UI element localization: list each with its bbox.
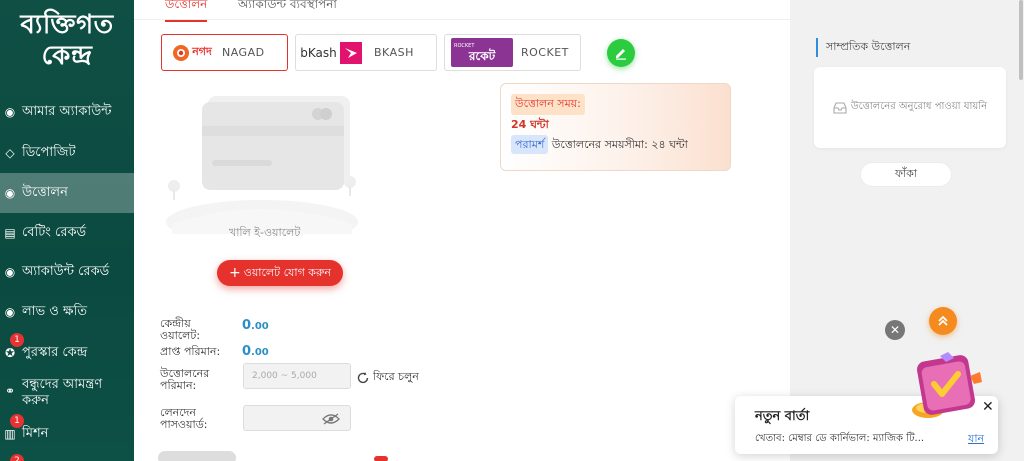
sidebar-item-account-record[interactable]: ◉ অ্যাকাউন্ট রেকর্ড — [0, 252, 134, 292]
sidebar-item-label: আমার অ্যাকাউন্ট — [22, 104, 112, 119]
notification-badge: 1 — [10, 333, 24, 347]
recent-withdrawals-empty-box: উত্তোলনের অনুরোধ পাওয়া যায়নি — [814, 67, 1006, 148]
empty-inbox-icon — [833, 101, 847, 114]
invite-icon: ⚭ — [4, 384, 16, 398]
payment-method-rocket[interactable]: ROCKET রকেট ROCKET — [444, 34, 581, 71]
central-wallet-label: কেন্দ্রীয় ওয়ালেট: — [160, 317, 201, 342]
advice-tag: পরামর্শ — [511, 135, 549, 154]
betting-record-icon: ▤ — [4, 226, 16, 240]
sidebar-title-line2: কেন্দ্র — [41, 41, 93, 71]
notification-badge: 1 — [10, 414, 24, 428]
close-popup-icon[interactable]: ✕ — [885, 320, 905, 340]
payment-method-name: BKASH — [374, 46, 414, 59]
withdraw-info-card: উত্তোলন সময়: 24 ঘন্টা পরামর্শ উত্তোলনের… — [500, 83, 731, 171]
main-content: উত্তোলন অ্যাকাউন্ট ব্যবস্থাপনা নগদ NAGAD… — [134, 0, 790, 461]
sidebar-item-profit-loss[interactable]: ◉ লাভ ও ক্ষতি — [0, 292, 134, 332]
sidebar-item-label: ডিপোজিট — [22, 145, 76, 160]
empty-wallet-illustration — [162, 94, 362, 244]
sidebar-title-line1: ব্যক্তিগত — [20, 10, 114, 40]
central-wallet-value: 0.00 — [242, 318, 269, 333]
bkash-logo-text: bKash — [300, 45, 337, 60]
bkash-bird-icon — [339, 41, 362, 64]
double-chevron-up-icon — [938, 315, 948, 326]
withdraw-icon: ◉ — [4, 186, 16, 200]
sidebar-item-reward-center[interactable]: ✪ পুরস্কার কেন্দ্র 1 — [0, 333, 134, 373]
advice-text: উত্তোলনের সময়সীমা: ২৪ ঘন্টা — [551, 138, 688, 151]
bottom-partial-red-element — [374, 456, 388, 461]
tab-withdraw[interactable]: উত্তোলন — [165, 0, 208, 22]
news-text: খেতাব: মেম্বার ডে কার্নিভাল: ম্যাজিক টি.… — [755, 433, 925, 444]
gift-box-icon[interactable] — [906, 352, 986, 424]
add-wallet-label: ওয়ালেট যোগ করুন — [243, 265, 331, 279]
sidebar-item-label: পুরস্কার কেন্দ্র — [22, 345, 88, 360]
withdraw-time-tag: উত্তোলন সময়: — [511, 94, 585, 115]
scrollbar-thumb[interactable] — [1019, 0, 1023, 80]
profit-loss-icon: ◉ — [4, 305, 16, 319]
sidebar-item-my-account[interactable]: ◉ আমার অ্যাকাউন্ট — [0, 92, 134, 132]
account-icon: ◉ — [4, 105, 16, 119]
sidebar-item-mission[interactable]: ▥ মিশন 1 — [0, 414, 134, 454]
sidebar-item-withdraw[interactable]: ◉ উত্তোলন — [0, 173, 134, 213]
tab-bar: উত্তোলন অ্যাকাউন্ট ব্যবস্থাপনা — [134, 0, 790, 22]
bkash-logo: bKash — [296, 41, 366, 64]
withdraw-amount-label: উত্তোলনের পরিমান: — [160, 367, 210, 392]
transaction-password-input[interactable] — [243, 405, 351, 431]
nagad-logo-text: নগদ — [192, 45, 212, 58]
edit-button[interactable] — [607, 39, 635, 67]
refresh-icon — [357, 371, 369, 383]
mission-icon: ▥ — [4, 427, 16, 441]
pencil-icon — [616, 49, 626, 60]
news-title: নতুন বার্তা — [755, 409, 810, 424]
sidebar-item-label: উত্তোলন — [22, 185, 68, 200]
sidebar-item-label: বন্ধুদের আমন্ত্রণ করুন — [22, 377, 103, 408]
empty-wallet-card-icon — [166, 96, 358, 244]
add-wallet-button[interactable]: + ওয়ালেট যোগ করুন — [217, 260, 343, 286]
sidebar-item-label: বেটিং রেকর্ড — [22, 225, 87, 240]
reward-icon: ✪ — [4, 346, 16, 360]
scroll-to-top-button[interactable] — [929, 307, 957, 335]
sidebar-item-deposit[interactable]: ◇ ডিপোজিট — [0, 133, 134, 173]
plus-icon: + — [228, 265, 241, 281]
withdraw-amount-input[interactable]: 2,000 ~ 5,000 — [243, 363, 351, 389]
sidebar-item-betting-record[interactable]: ▤ বেটিং রেকর্ড — [0, 213, 134, 253]
payment-method-bkash[interactable]: bKash BKASH — [295, 34, 437, 71]
nagad-logo-icon — [173, 44, 190, 61]
recent-withdrawals-empty-text: উত্তোলনের অনুরোধ পাওয়া যায়নি — [850, 101, 988, 112]
sidebar-item-invite-friends[interactable]: ⚭ বন্ধুদের আমন্ত্রণ করুন — [0, 375, 134, 417]
deposit-icon: ◇ — [5, 146, 15, 160]
sidebar-item-label: লাভ ও ক্ষতি — [22, 304, 87, 319]
refresh-label: ফিরে চলুন — [373, 370, 419, 383]
rocket-logo-text: রকেট — [468, 48, 496, 63]
payment-method-name: ROCKET — [521, 46, 569, 59]
sidebar-item-label: মিশন — [22, 426, 49, 441]
empty-button[interactable]: ফাঁকা — [860, 162, 952, 187]
transaction-password-label: লেনদেন পাসওয়ার্ড: — [160, 406, 208, 431]
payment-method-name: NAGAD — [222, 46, 265, 59]
recent-withdrawals-title: সাম্প্রতিক উত্তোলন — [816, 38, 910, 57]
empty-wallet-label: খালি ই-ওয়ালেট — [229, 226, 301, 239]
scrollbar[interactable] — [1018, 0, 1024, 461]
nagad-logo: নগদ — [162, 43, 222, 62]
account-record-icon: ◉ — [4, 265, 16, 279]
sidebar-title: ব্যক্তিগত কেন্দ্র — [0, 0, 134, 76]
rocket-logo: ROCKET রকেট — [451, 38, 513, 67]
news-go-link[interactable]: যান — [968, 430, 984, 449]
sidebar: ব্যক্তিগত কেন্দ্র ◉ আমার অ্যাকাউন্ট ◇ ডি… — [0, 0, 134, 461]
payment-method-nagad[interactable]: নগদ NAGAD — [161, 34, 288, 71]
received-amount-value: 0.00 — [242, 344, 269, 359]
received-amount-label: প্রাপ্ত পরিমান: — [160, 345, 221, 358]
tab-account-management[interactable]: অ্যাকাউন্ট ব্যবস্থাপনা — [238, 0, 337, 16]
bottom-partial-element — [158, 451, 236, 461]
advice-row: পরামর্শ উত্তোলনের সময়সীমা: ২৪ ঘন্টা — [511, 135, 720, 154]
withdraw-time-value: 24 ঘন্টা — [511, 118, 549, 131]
notification-badge: 2 — [10, 454, 24, 461]
eye-hidden-icon[interactable] — [322, 413, 340, 425]
withdraw-amount-placeholder: 2,000 ~ 5,000 — [252, 371, 317, 381]
refresh-button[interactable]: ফিরে চলুন — [356, 368, 419, 387]
sidebar-item-label: অ্যাকাউন্ট রেকর্ড — [22, 264, 110, 279]
